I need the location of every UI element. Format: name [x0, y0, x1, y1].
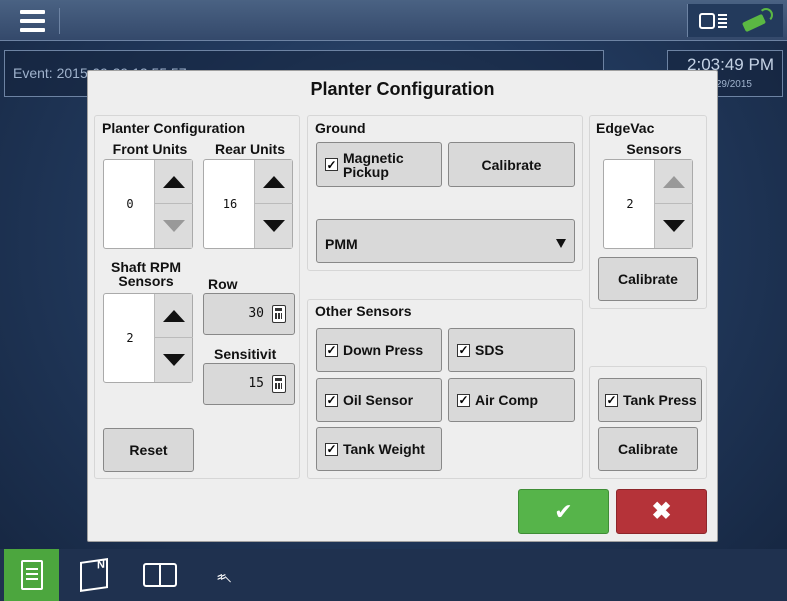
- edgevac-sensors-label: Sensors: [626, 141, 682, 157]
- ground-calibrate-button[interactable]: Calibrate: [448, 142, 575, 187]
- down-press-checkbox[interactable]: ✓ Down Press: [316, 328, 442, 372]
- seed-planter-tab[interactable]: ⸗⸗⸜: [196, 549, 251, 601]
- checkbox-icon: ✓: [325, 157, 338, 172]
- down-press-label: Down Press: [343, 342, 424, 358]
- edgevac-sensors-spinner: 2: [603, 159, 693, 249]
- shaft-rpm-label-line2: Sensors: [118, 273, 174, 289]
- clock-date: 29/2015: [715, 79, 752, 90]
- edgevac-label: EdgeVac: [596, 120, 655, 136]
- tank-weight-label: Tank Weight: [343, 441, 425, 457]
- front-units-down-button[interactable]: [155, 204, 193, 248]
- front-units-up-button[interactable]: [155, 160, 193, 204]
- arrow-up-icon: [663, 175, 685, 188]
- oil-sensor-label: Oil Sensor: [343, 392, 414, 408]
- arrow-up-icon: [263, 175, 285, 188]
- screen: Event: 2015-09-29 12:55:57 2:03:49 PM 29…: [0, 0, 787, 601]
- front-units-value: 0: [126, 197, 134, 211]
- ground-source-select[interactable]: PMM: [316, 219, 575, 263]
- oil-sensor-checkbox[interactable]: ✓ Oil Sensor: [316, 378, 442, 422]
- sensitivity-value: 15: [248, 376, 264, 391]
- rear-units-value: 16: [222, 197, 238, 211]
- checkbox-icon: ✓: [605, 393, 618, 407]
- dropdown-arrow-icon: [556, 239, 566, 248]
- seed-planter-icon: ⸗⸗⸜: [217, 568, 232, 585]
- shaft-rpm-label-line1: Shaft RPM: [111, 259, 181, 275]
- checkbox-icon: ✓: [325, 343, 338, 357]
- hamburger-menu-icon[interactable]: [6, 8, 60, 34]
- checkbox-icon: ✓: [457, 343, 470, 357]
- checkbox-icon: ✓: [457, 393, 470, 407]
- cancel-button[interactable]: ✖: [616, 489, 707, 534]
- field-map-icon: [79, 558, 108, 592]
- split-view-icon: [142, 563, 177, 587]
- checkbox-icon: ✓: [325, 442, 338, 456]
- document-icon: [20, 560, 43, 590]
- magnetic-pickup-label: Magnetic Pickup: [343, 151, 404, 179]
- edgevac-sensors-value: 2: [626, 197, 634, 211]
- tank-press-label: Tank Press: [623, 392, 697, 408]
- reset-button[interactable]: Reset: [103, 428, 194, 472]
- sensitivity-field[interactable]: 15: [203, 363, 295, 405]
- top-bar: [0, 0, 787, 41]
- edgevac-calibrate-button[interactable]: Calibrate: [598, 257, 698, 301]
- row-label: Row: [208, 276, 238, 292]
- magnetic-pickup-line1: Magnetic: [343, 149, 404, 166]
- shaft-rpm-value: 2: [126, 331, 134, 345]
- accept-button[interactable]: ✔: [518, 489, 609, 534]
- rear-units-up-button[interactable]: [255, 160, 293, 204]
- display-icon[interactable]: [698, 10, 729, 32]
- arrow-down-icon: [263, 220, 285, 232]
- checkbox-icon: ✓: [325, 393, 338, 407]
- arrow-up-icon: [163, 175, 185, 188]
- ground-source-value: PMM: [325, 236, 358, 252]
- dialog-title: Planter Configuration: [310, 79, 495, 99]
- arrow-up-icon: [163, 309, 185, 322]
- status-icons: [687, 4, 783, 37]
- arrow-down-icon: [663, 220, 685, 232]
- rear-units-spinner: 16: [203, 159, 293, 249]
- magnetic-pickup-checkbox[interactable]: ✓ Magnetic Pickup: [316, 142, 442, 187]
- edgevac-sensors-down-button[interactable]: [655, 204, 693, 248]
- arrow-down-icon: [163, 354, 185, 366]
- planter-configuration-dialog: Planter Configuration Planter Configurat…: [87, 70, 718, 542]
- row-spacing-value: 30: [248, 306, 264, 321]
- front-units-spinner: 0: [103, 159, 193, 249]
- row-spacing-field[interactable]: 30: [203, 293, 295, 335]
- calculator-icon: [272, 305, 286, 323]
- split-view-tab[interactable]: [132, 549, 187, 601]
- shaft-rpm-up-button[interactable]: [155, 294, 193, 338]
- sensitivity-label: Sensitivit: [214, 346, 277, 362]
- other-sensors-label: Other Sensors: [315, 303, 412, 319]
- tank-weight-checkbox[interactable]: ✓ Tank Weight: [316, 427, 442, 471]
- tank-press-calibrate-button[interactable]: Calibrate: [598, 427, 698, 471]
- air-comp-checkbox[interactable]: ✓ Air Comp: [448, 378, 575, 422]
- calculator-icon: [272, 375, 286, 393]
- field-map-tab[interactable]: [66, 549, 121, 601]
- air-comp-label: Air Comp: [475, 392, 538, 408]
- sds-checkbox[interactable]: ✓ SDS: [448, 328, 575, 372]
- gps-satellite-icon[interactable]: [739, 7, 773, 32]
- ground-label: Ground: [315, 120, 366, 136]
- magnetic-pickup-line2: Pickup: [343, 163, 389, 180]
- shaft-rpm-down-button[interactable]: [155, 338, 193, 382]
- shaft-rpm-spinner: 2: [103, 293, 193, 383]
- edgevac-sensors-up-button[interactable]: [655, 160, 693, 204]
- rear-units-down-button[interactable]: [255, 204, 293, 248]
- bottom-bar: ⸗⸗⸜: [0, 549, 787, 601]
- planter-config-label: Planter Configuration: [102, 120, 246, 136]
- rear-units-label: Rear Units: [214, 141, 286, 157]
- arrow-down-icon: [163, 220, 185, 232]
- sds-label: SDS: [475, 342, 504, 358]
- document-tab[interactable]: [4, 549, 59, 601]
- front-units-label: Front Units: [112, 141, 188, 157]
- tank-press-checkbox[interactable]: ✓ Tank Press: [598, 378, 702, 422]
